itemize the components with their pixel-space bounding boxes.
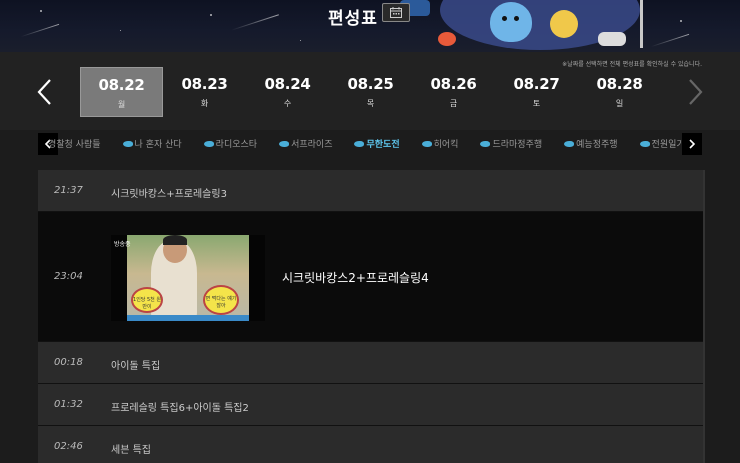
- schedule-row[interactable]: 02:46 세븐 특집: [38, 426, 703, 463]
- date-item[interactable]: 08.26 금: [412, 67, 495, 117]
- tab-drama-marathon[interactable]: 드라마정주행: [480, 137, 542, 150]
- program-title: 시크릿바캉스+프로레슬링3: [111, 189, 227, 200]
- tab-label: 드라마정주행: [492, 140, 543, 150]
- star-decoration: [210, 14, 212, 16]
- shooting-star-decoration: [231, 14, 279, 31]
- date-item[interactable]: 08.25 목: [329, 67, 412, 117]
- tab-infinite-challenge[interactable]: 무한도전: [354, 137, 400, 150]
- scroll-track[interactable]: [703, 170, 705, 463]
- weekday-label: 일: [615, 99, 624, 108]
- mascot-illustration: [550, 10, 578, 38]
- tab-label: 경찰청 사람들: [48, 140, 101, 150]
- page-title: 편성표: [328, 9, 378, 29]
- star-decoration: [40, 10, 42, 12]
- tab-label: 라디오스타: [215, 140, 258, 150]
- date-item[interactable]: 08.23 화: [163, 67, 246, 117]
- tab-label: 무한도전: [366, 140, 400, 150]
- program-thumbnail[interactable]: 1인당 5천 원 만이 면 먹다는 얘기잖아 방송중: [111, 235, 265, 321]
- date-item[interactable]: 08.27 토: [495, 67, 578, 117]
- weekday-label: 토: [532, 99, 541, 108]
- time-label: 23:04: [54, 271, 83, 282]
- weekday-label: 목: [366, 99, 375, 108]
- tab-label: 서프라이즈: [291, 140, 333, 150]
- mascot-illustration: [490, 2, 532, 42]
- tab-label: 예능정주행: [576, 140, 618, 150]
- date-selector: ※날짜를 선택하면 전체 편성표를 확인하실 수 있습니다. 08.22 월 0…: [0, 52, 740, 130]
- fish-icon: [279, 140, 290, 147]
- shooting-star-decoration: [650, 33, 690, 48]
- schedule-row[interactable]: 21:37 시크릿바캉스+프로레슬링3: [38, 170, 703, 212]
- chevron-left-icon: [37, 79, 51, 105]
- schedule-row-current[interactable]: 23:04 1인당 5천 원 만이 면 먹다는 얘기잖아 방송중 시크릿바캉스2…: [38, 212, 703, 342]
- date-item[interactable]: 08.28 일: [578, 67, 661, 117]
- broadcast-logo: 방송중: [114, 241, 131, 248]
- date-item[interactable]: 08.22 월: [80, 67, 163, 117]
- schedule-row[interactable]: 01:32 프로레슬링 특집6+아이돌 특집2: [38, 384, 703, 426]
- next-week-button[interactable]: [685, 78, 705, 106]
- program-title: 아이돌 특집: [111, 361, 161, 372]
- weekday-label: 화: [200, 99, 209, 108]
- date-label: 08.23: [181, 75, 228, 93]
- star-decoration: [300, 40, 301, 41]
- tab-police[interactable]: 경찰청 사람들: [48, 137, 101, 150]
- thumbnail-bar: [127, 315, 249, 321]
- tab-country-diaries[interactable]: 전원일기: [639, 137, 685, 150]
- mascot-illustration: [598, 32, 626, 46]
- pole-illustration: [640, 0, 643, 48]
- program-title: 프로레슬링 특집6+아이돌 특집2: [111, 403, 249, 414]
- tab-label: 나 혼자 산다: [134, 140, 182, 150]
- calendar-button[interactable]: [382, 3, 410, 22]
- date-label: 08.25: [347, 75, 394, 93]
- time-label: 00:18: [54, 357, 83, 368]
- tab-label: 히어킥: [433, 140, 459, 150]
- fish-icon: [480, 140, 491, 147]
- time-label: 02:46: [54, 441, 83, 452]
- star-decoration: [120, 30, 121, 31]
- chevron-right-icon: [689, 139, 696, 149]
- tab-high-kick[interactable]: 히어킥: [421, 137, 459, 150]
- date-label: 08.24: [264, 75, 311, 93]
- weekday-label: 수: [283, 99, 292, 108]
- time-label: 21:37: [54, 185, 83, 196]
- header-banner: 편성표: [0, 0, 740, 52]
- tab-variety-marathon[interactable]: 예능정주행: [564, 137, 618, 150]
- caption-bubble-right: 면 먹다는 얘기잖아: [203, 285, 239, 315]
- thumbnail-person-hair: [163, 235, 187, 245]
- tab-radio-star[interactable]: 라디오스타: [203, 137, 258, 150]
- mascot-eye: [502, 16, 507, 21]
- tab-surprise[interactable]: 서프라이즈: [279, 137, 332, 150]
- schedule-list: 21:37 시크릿바캉스+프로레슬링3 23:04 1인당 5천 원 만이 면 …: [38, 170, 703, 463]
- date-item[interactable]: 08.24 수: [246, 67, 329, 117]
- fish-icon: [122, 140, 133, 147]
- program-title: 시크릿바캉스2+프로레슬링4: [282, 271, 429, 285]
- prev-week-button[interactable]: [35, 78, 55, 106]
- time-label: 01:32: [54, 399, 83, 410]
- fish-icon: [564, 140, 575, 147]
- schedule-row[interactable]: 00:18 아이돌 특집: [38, 342, 703, 384]
- mascot-eye: [514, 16, 519, 21]
- shooting-star-decoration: [20, 23, 60, 38]
- fish-icon: [354, 140, 365, 147]
- fish-icon: [203, 140, 214, 147]
- tabs-next-button[interactable]: [682, 133, 702, 155]
- date-label: 08.27: [513, 75, 560, 93]
- fish-icon: [421, 140, 432, 147]
- weekday-label: 금: [449, 99, 458, 108]
- star-decoration: [680, 20, 682, 22]
- program-title: 세븐 특집: [111, 445, 151, 456]
- caption-bubble-left: 1인당 5천 원 만이: [131, 287, 163, 313]
- tab-label: 전원일기: [651, 140, 685, 150]
- date-label: 08.26: [430, 75, 477, 93]
- date-label: 08.28: [596, 75, 643, 93]
- program-tabs: 경찰청 사람들 나 혼자 산다 라디오스타 서프라이즈 무한도전 히어킥 드라마…: [38, 133, 703, 155]
- date-list: 08.22 월 08.23 화 08.24 수 08.25 목 08.26 금 …: [80, 67, 661, 117]
- mascot-illustration: [438, 32, 456, 46]
- weekday-label: 월: [117, 100, 126, 109]
- calendar-icon: [390, 7, 402, 18]
- fish-icon: [639, 140, 650, 147]
- tab-home-alone[interactable]: 나 혼자 산다: [122, 137, 182, 150]
- chevron-right-icon: [689, 79, 703, 105]
- date-label: 08.22: [98, 76, 145, 94]
